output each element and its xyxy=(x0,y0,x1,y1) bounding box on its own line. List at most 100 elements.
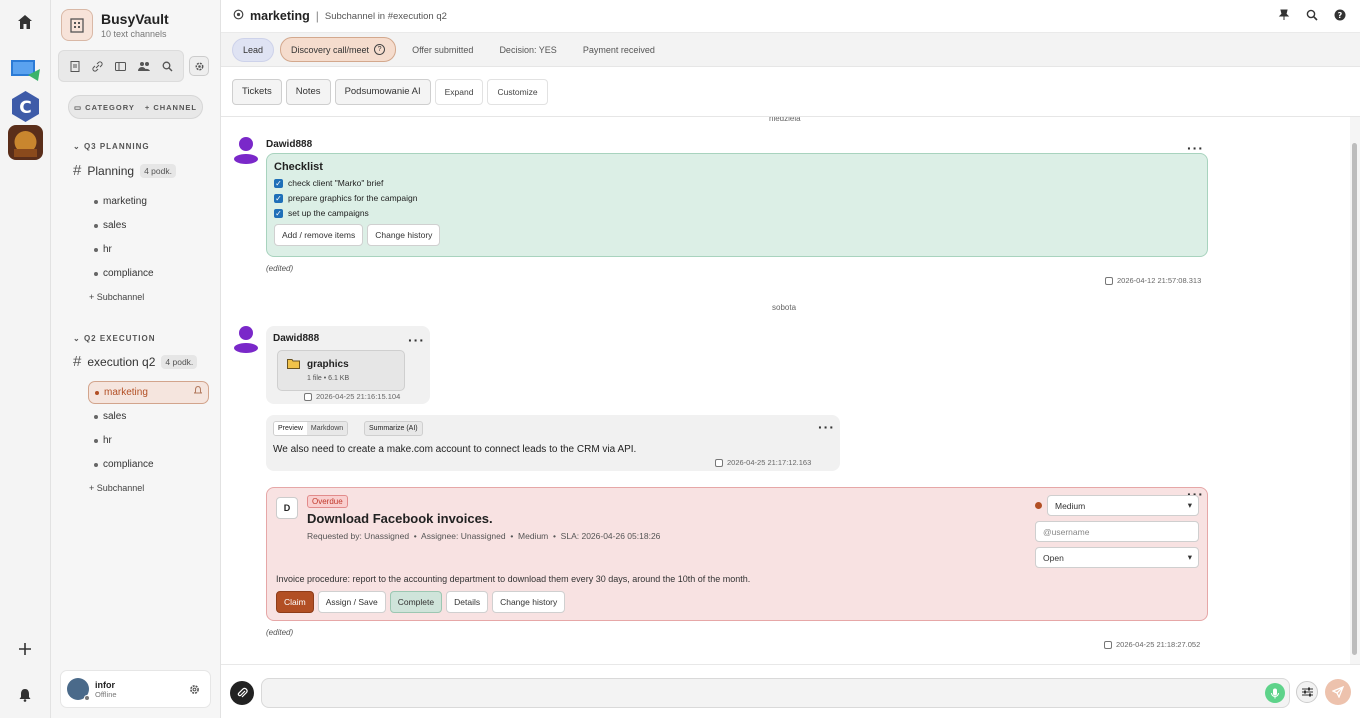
pipeline-stages: Lead Discovery call/meet? Offer submitte… xyxy=(221,33,1360,67)
avatar[interactable] xyxy=(67,678,90,701)
subchannel-marketing-active[interactable]: marketing xyxy=(88,381,209,404)
message-timestamp: 2026-04-25 21:17:12.163 xyxy=(715,458,811,467)
summarize-ai-button[interactable]: Summarize (AI) xyxy=(364,421,423,436)
select-checkbox[interactable] xyxy=(304,392,312,401)
add-category-button[interactable]: ▭ CATEGORY xyxy=(74,103,135,112)
scrollbar[interactable] xyxy=(1350,117,1360,664)
file-message: Dawid888 ··· graphics 1 file • 6.1 KB 20… xyxy=(266,326,430,404)
add-channel-button[interactable]: + CHANNEL xyxy=(145,103,197,112)
tab-tickets[interactable]: Tickets xyxy=(232,78,282,105)
select-checkbox[interactable] xyxy=(1105,276,1113,285)
message-author[interactable]: Dawid888 xyxy=(266,139,312,150)
stage-lead[interactable]: Lead xyxy=(232,37,275,62)
chevron-down-icon: ▾ xyxy=(1187,500,1192,510)
assignee-input[interactable]: @username xyxy=(1035,521,1199,542)
ticket-icon[interactable] xyxy=(113,58,129,74)
claim-button[interactable]: Claim xyxy=(276,591,314,613)
user-status: Offline xyxy=(95,689,117,699)
message-input[interactable] xyxy=(261,678,1290,708)
checklist-item[interactable]: ✓ set up the campaigns xyxy=(274,208,1200,218)
select-checkbox[interactable] xyxy=(1104,640,1112,649)
subchannel-hr[interactable]: hr xyxy=(94,244,112,255)
stage-offer[interactable]: Offer submitted xyxy=(402,39,483,61)
hash-icon: # xyxy=(73,162,82,179)
settings-gear-icon[interactable] xyxy=(189,56,209,76)
server-icon-monitor[interactable] xyxy=(8,55,43,90)
server-icon-game[interactable] xyxy=(8,125,43,160)
search-icon[interactable] xyxy=(159,58,175,74)
change-history-button[interactable]: Change history xyxy=(367,224,441,246)
category-title[interactable]: ⌄ Q3 PLANNING xyxy=(73,142,150,151)
status-select[interactable]: Open ▾ xyxy=(1035,547,1199,568)
priority-select[interactable]: Medium ▾ xyxy=(1047,495,1199,516)
change-history-button[interactable]: Change history xyxy=(492,591,566,613)
attach-icon[interactable] xyxy=(230,681,254,705)
stage-payment[interactable]: Payment received xyxy=(573,39,665,61)
checklist-item[interactable]: ✓ prepare graphics for the campaign xyxy=(274,193,1200,203)
home-icon[interactable] xyxy=(8,5,42,39)
tab-ai-summary[interactable]: Podsumowanie AI xyxy=(334,78,431,105)
file-attachment[interactable]: graphics 1 file • 6.1 KB xyxy=(277,350,405,391)
pin-icon[interactable] xyxy=(1278,9,1290,24)
create-buttons: ▭ CATEGORY + CHANNEL xyxy=(68,95,203,119)
message-author[interactable]: Dawid888 xyxy=(273,333,319,344)
gear-icon[interactable] xyxy=(189,684,200,698)
assign-save-button[interactable]: Assign / Save xyxy=(317,591,386,613)
complete-button[interactable]: Complete xyxy=(389,591,443,613)
avatar[interactable] xyxy=(233,136,259,166)
checklist-item[interactable]: ✓ check client "Marko" brief xyxy=(274,178,1200,188)
search-icon[interactable] xyxy=(1306,9,1318,24)
user-panel: infor Offline xyxy=(60,670,211,708)
svg-text:C: C xyxy=(19,98,31,118)
tab-notes[interactable]: Notes xyxy=(285,78,331,105)
subchannel-compliance[interactable]: compliance xyxy=(94,268,154,279)
send-icon[interactable] xyxy=(1325,679,1351,705)
subchannel-sales[interactable]: sales xyxy=(94,411,126,422)
link-icon[interactable] xyxy=(90,58,106,74)
edited-label: (edited) xyxy=(266,628,294,637)
stage-discovery[interactable]: Discovery call/meet? xyxy=(280,37,397,62)
details-button[interactable]: Details xyxy=(446,591,489,613)
info-icon[interactable]: ? xyxy=(374,44,386,55)
bell-icon[interactable] xyxy=(8,678,42,712)
checklist-card: Checklist ✓ check client "Marko" brief ✓ p… xyxy=(266,153,1208,257)
subchannel-compliance[interactable]: compliance xyxy=(94,459,154,470)
add-remove-items-button[interactable]: Add / remove items xyxy=(274,224,364,246)
customize-button[interactable]: Customize xyxy=(487,78,548,105)
add-subchannel-button[interactable]: + Subchannel xyxy=(89,483,144,493)
subchannel-sales[interactable]: sales xyxy=(94,220,126,231)
microphone-icon[interactable] xyxy=(1265,683,1285,703)
ticket-title: Download Facebook invoices. xyxy=(307,511,493,526)
add-server-icon[interactable] xyxy=(8,632,42,666)
subchannel-hr[interactable]: hr xyxy=(94,435,112,446)
hash-icon: # xyxy=(73,353,82,370)
help-icon[interactable]: ? xyxy=(1334,9,1346,24)
subchannel-count: 4 podk. xyxy=(140,163,176,178)
server-subtitle: 10 text channels xyxy=(101,29,167,39)
category-title[interactable]: ⌄ Q2 EXECUTION xyxy=(73,334,156,343)
subchannel-marketing[interactable]: marketing xyxy=(94,196,147,207)
server-icon-c[interactable]: C xyxy=(8,89,43,124)
ticket-card: D Overdue Download Facebook invoices. Re… xyxy=(266,486,1208,621)
users-icon[interactable] xyxy=(136,58,152,74)
document-icon[interactable] xyxy=(67,58,83,74)
message-body: We also need to create a make.com accoun… xyxy=(273,444,637,455)
select-checkbox[interactable] xyxy=(715,458,723,467)
markdown-tab[interactable]: Markdown xyxy=(306,422,348,435)
channel-planning[interactable]: # Planning 4 podk. xyxy=(73,162,176,179)
channel-execution-q2[interactable]: # execution q2 4 podk. xyxy=(73,353,198,370)
more-options-icon[interactable]: ··· xyxy=(408,332,425,348)
channel-label: Planning xyxy=(87,163,135,178)
checkbox-icon: ✓ xyxy=(274,178,283,188)
sliders-icon[interactable] xyxy=(1296,681,1318,703)
stage-decision[interactable]: Decision: YES xyxy=(489,39,566,61)
chevron-down-icon: ⌄ xyxy=(73,142,84,151)
ticket-meta: Requested by: Unassigned • Assignee: Una… xyxy=(307,531,661,541)
expand-button[interactable]: Expand xyxy=(434,78,484,105)
add-subchannel-button[interactable]: + Subchannel xyxy=(89,292,144,302)
more-options-icon[interactable]: ··· xyxy=(818,419,835,435)
bell-icon[interactable] xyxy=(193,385,203,398)
channel-label: execution q2 xyxy=(87,354,156,369)
preview-tab[interactable]: Preview xyxy=(274,422,307,435)
avatar[interactable] xyxy=(233,325,259,355)
